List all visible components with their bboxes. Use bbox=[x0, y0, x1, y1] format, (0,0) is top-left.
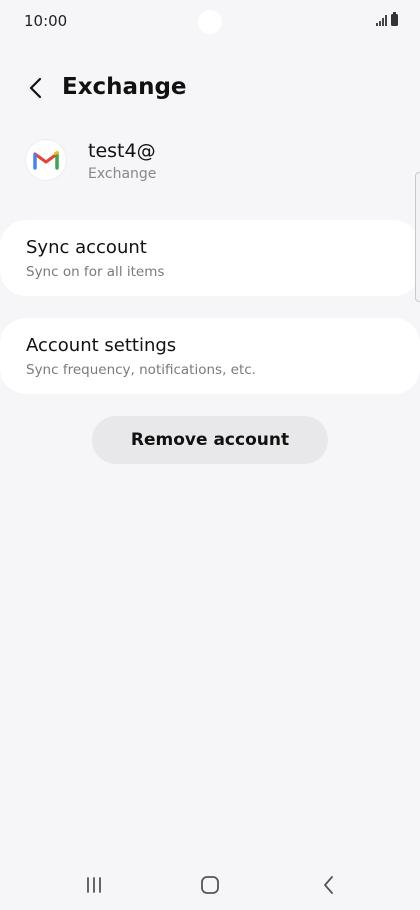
status-time: 10:00 bbox=[24, 12, 68, 30]
account-header: test4@ Exchange bbox=[0, 136, 420, 186]
scroll-indicator[interactable] bbox=[415, 172, 420, 302]
account-email: test4@ bbox=[88, 140, 156, 162]
phone-screen: 10:00 Exchange test4@ Exchange Sync acco… bbox=[0, 0, 420, 910]
sync-account-subtitle: Sync on for all items bbox=[26, 264, 165, 280]
status-icons bbox=[376, 12, 398, 26]
back-icon bbox=[324, 876, 333, 894]
sync-account-item[interactable]: Sync account Sync on for all items bbox=[0, 220, 420, 296]
account-settings-subtitle: Sync frequency, notifications, etc. bbox=[26, 362, 256, 378]
sync-account-title: Sync account bbox=[26, 237, 147, 258]
remove-account-button[interactable]: Remove account bbox=[92, 416, 328, 464]
camera-cutout bbox=[198, 10, 222, 34]
battery-icon bbox=[391, 12, 398, 26]
header: Exchange bbox=[0, 68, 420, 108]
recent-apps-icon bbox=[87, 877, 101, 893]
account-settings-title: Account settings bbox=[26, 335, 177, 356]
nav-back-button[interactable] bbox=[309, 872, 349, 898]
navigation-bar bbox=[0, 860, 420, 910]
account-type: Exchange bbox=[88, 166, 157, 182]
account-settings-item[interactable]: Account settings Sync frequency, notific… bbox=[0, 318, 420, 394]
home-button[interactable] bbox=[190, 872, 230, 898]
home-icon bbox=[201, 876, 219, 894]
back-button[interactable] bbox=[22, 74, 50, 102]
signal-icon bbox=[376, 14, 387, 26]
page-title: Exchange bbox=[62, 74, 187, 100]
gmail-icon bbox=[26, 140, 66, 180]
back-arrow-icon bbox=[29, 77, 42, 99]
recent-apps-button[interactable] bbox=[74, 872, 114, 898]
status-bar: 10:00 bbox=[0, 0, 420, 44]
